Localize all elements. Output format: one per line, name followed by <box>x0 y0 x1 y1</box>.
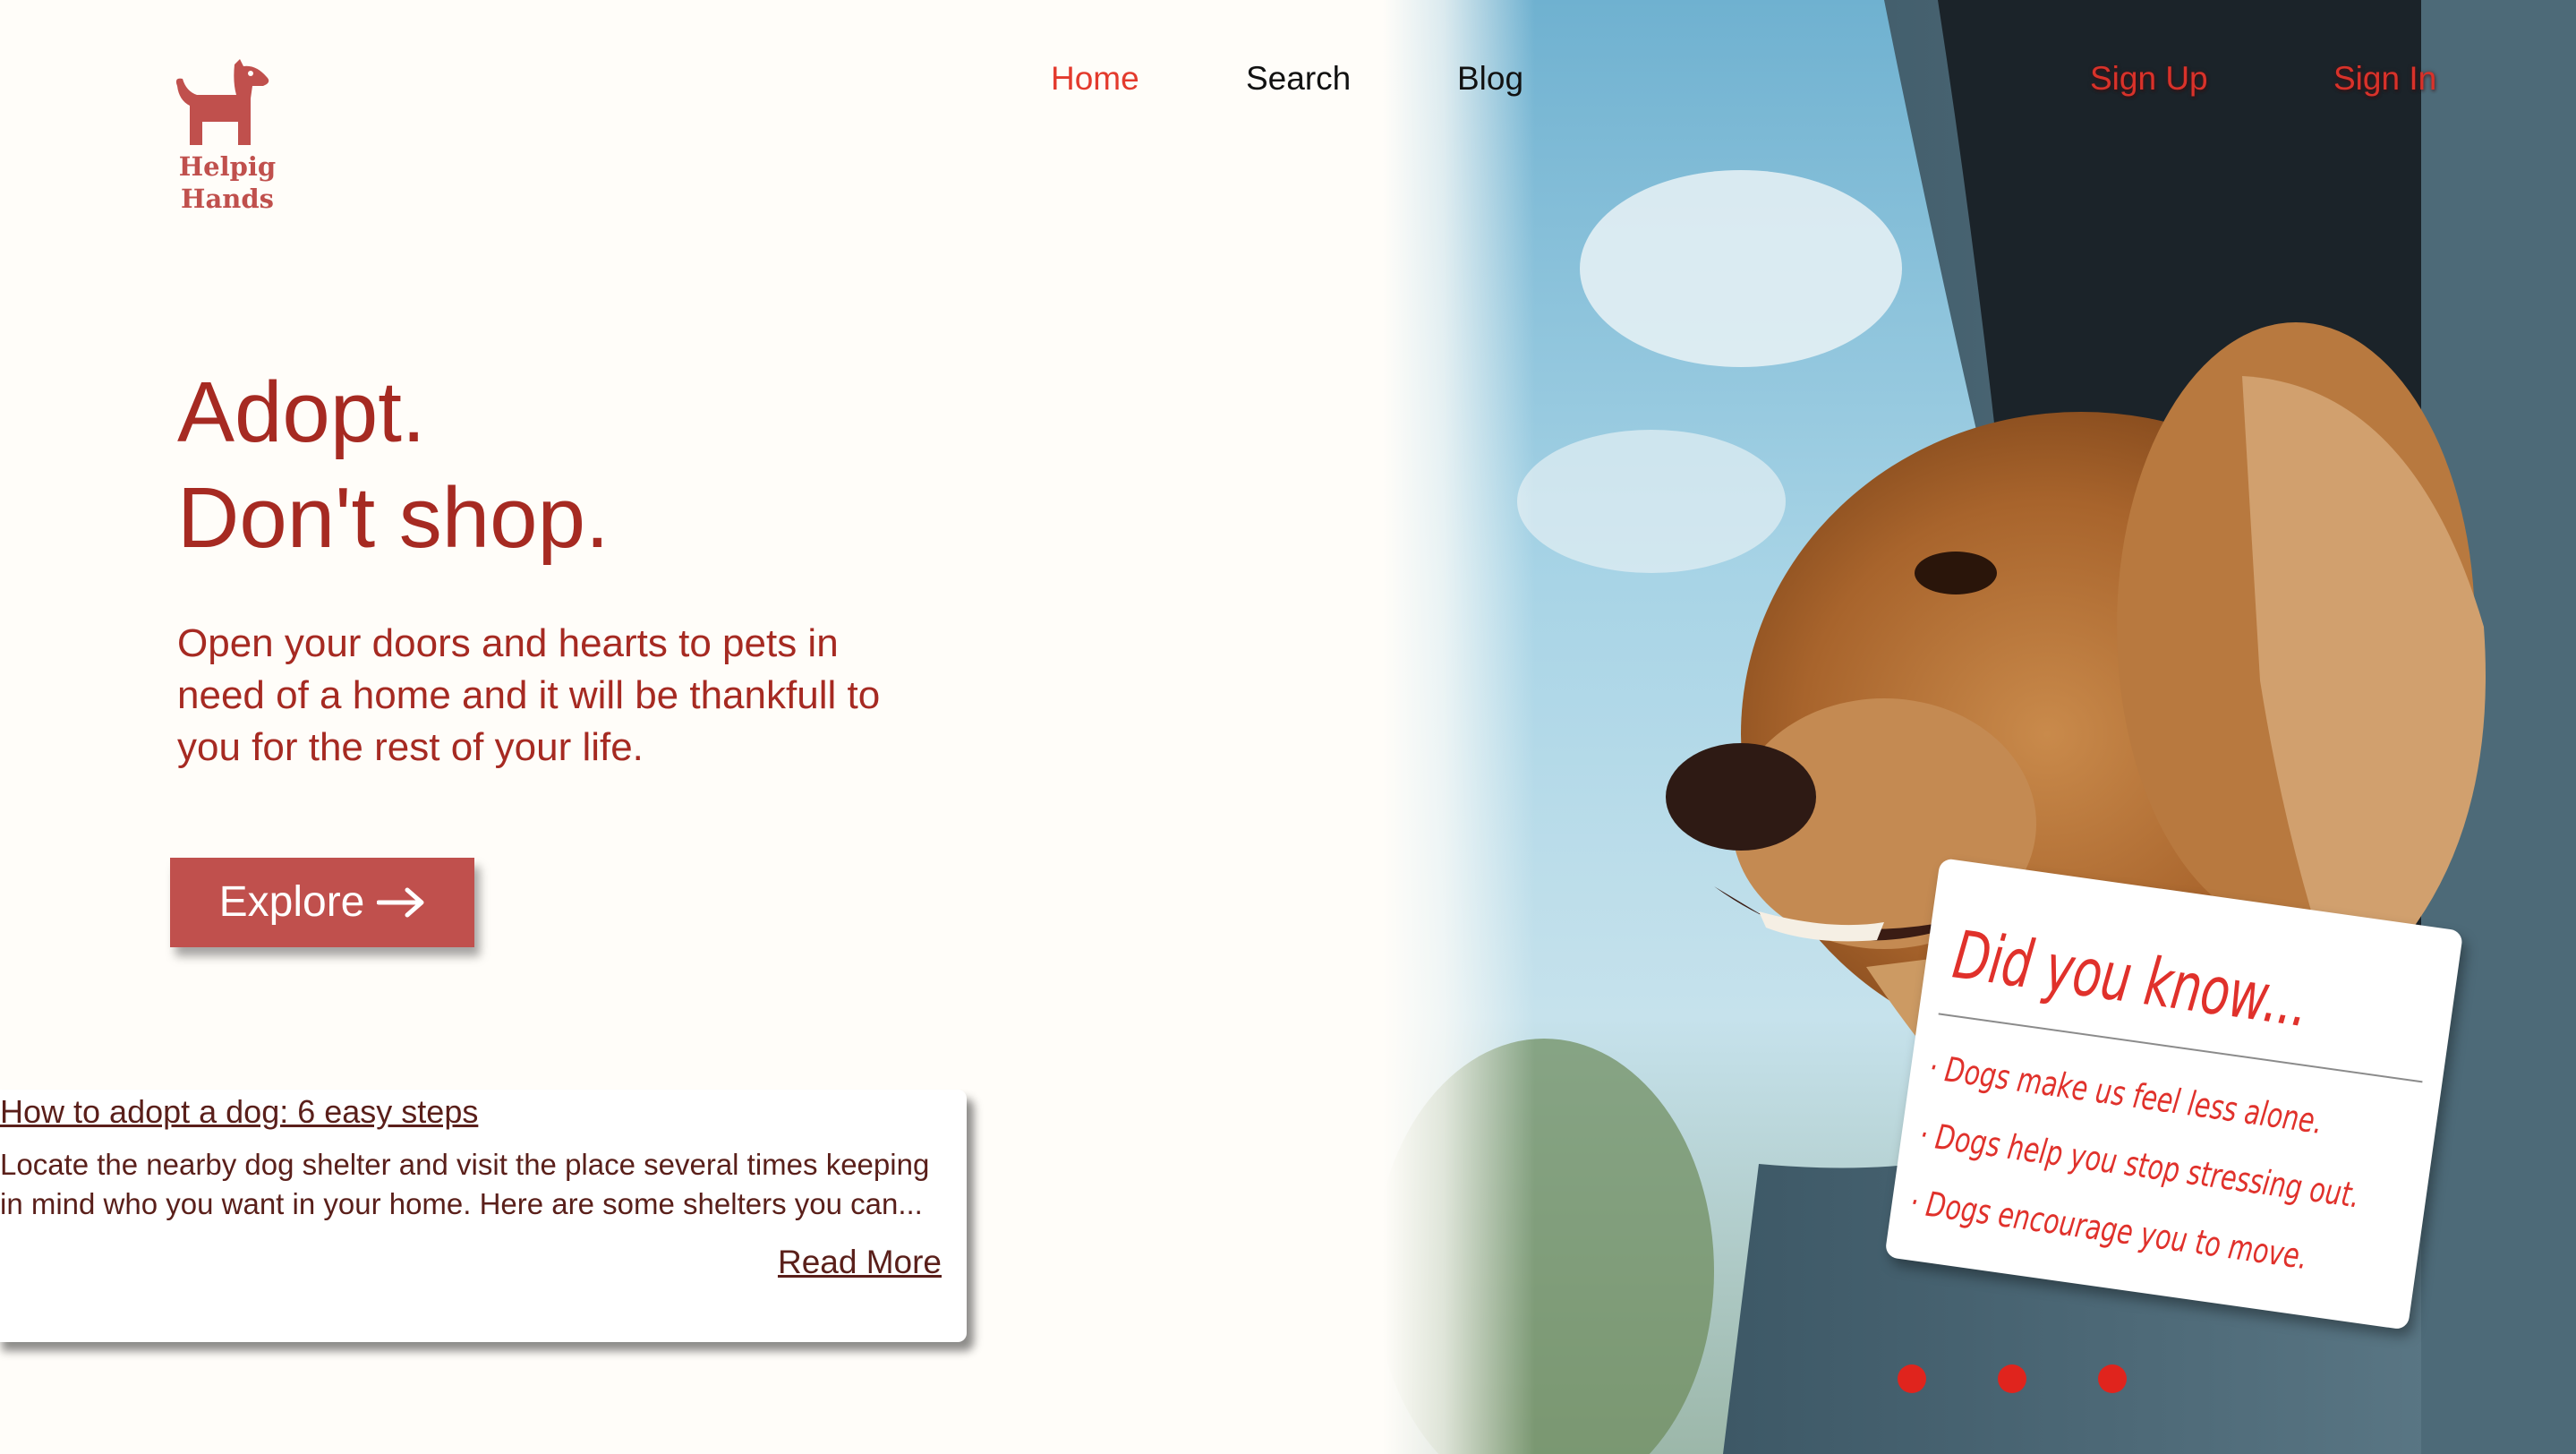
headline-line-2: Don't shop. <box>177 470 610 566</box>
carousel-dot-1[interactable] <box>1898 1364 1926 1393</box>
carousel-dots <box>1898 1364 2127 1393</box>
logo[interactable]: Helpig Hands <box>170 59 295 215</box>
hero-headline: Adopt. Don't shop. <box>177 360 610 571</box>
dog-logo-icon <box>175 59 269 145</box>
did-you-know-card: Did you know... · Dogs make us feel less… <box>1884 858 2464 1330</box>
sign-up-link[interactable]: Sign Up <box>2090 59 2208 98</box>
nav-home-link[interactable]: Home <box>1051 59 1139 98</box>
nav-search-link[interactable]: Search <box>1246 59 1351 98</box>
explore-button-label: Explore <box>218 878 365 926</box>
blog-title-link[interactable]: How to adopt a dog: 6 easy steps <box>0 1090 478 1134</box>
brand-name: Helpig Hands <box>178 151 277 214</box>
carousel-dot-3[interactable] <box>2098 1364 2127 1393</box>
read-more-link[interactable]: Read More <box>778 1240 942 1285</box>
landing-page: Helpig Hands Home Search Blog Sign Up Si… <box>0 0 2576 1454</box>
explore-button[interactable]: Explore <box>170 858 474 947</box>
arrow-right-icon <box>377 887 424 918</box>
blog-preview-card: How to adopt a dog: 6 easy steps Locate … <box>0 1090 967 1342</box>
headline-line-1: Adopt. <box>177 364 426 460</box>
sign-in-link[interactable]: Sign In <box>2333 59 2436 98</box>
nav-blog-link[interactable]: Blog <box>1457 59 1523 98</box>
blog-excerpt: Locate the nearby dog shelter and visit … <box>0 1148 930 1220</box>
hero-subtext: Open your doors and hearts to pets in ne… <box>177 621 881 769</box>
carousel-dot-2[interactable] <box>1998 1364 2026 1393</box>
